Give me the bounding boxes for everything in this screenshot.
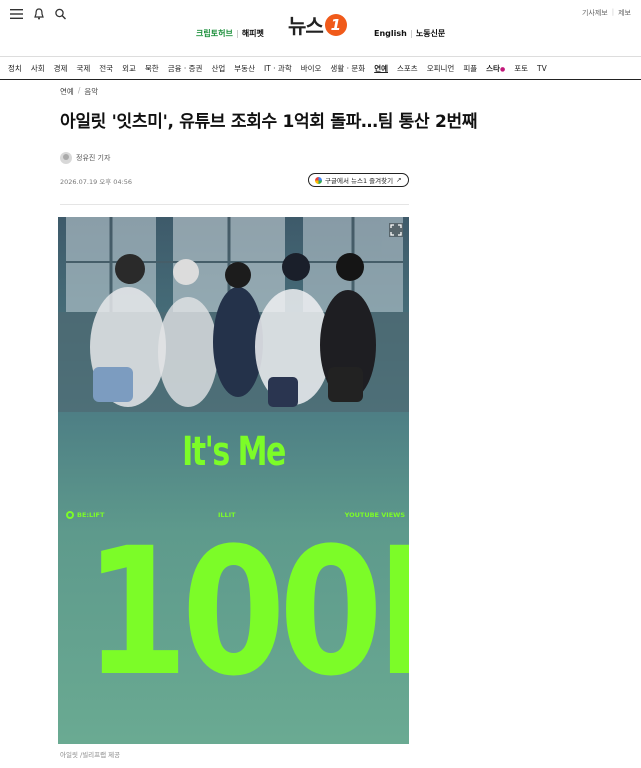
divider <box>60 204 409 205</box>
publish-date: 2026.07.19 오후 04:56 <box>60 178 133 186</box>
poster-big-number: 100M <box>84 510 409 715</box>
breadcrumb-separator: / <box>77 86 81 95</box>
logo-badge: 1 <box>324 13 347 36</box>
google-icon <box>315 176 322 184</box>
nav-item-bio[interactable]: 바이오 <box>301 63 322 74</box>
header-left-links: 크립토허브 해피펫 <box>196 28 264 39</box>
google-favorite-button[interactable]: 구글에서 뉴스1 즐겨찾기 ↗ <box>308 173 409 187</box>
nav-item-star[interactable]: 스타● <box>486 63 505 74</box>
google-button-label: 구글에서 뉴스1 즐겨찾기 <box>325 177 394 185</box>
nav-item-industry[interactable]: 산업 <box>211 63 225 74</box>
nav-star-label: 스타 <box>486 63 500 73</box>
reporter-avatar <box>60 152 72 164</box>
separator <box>236 29 238 38</box>
nav-item-entertainment[interactable]: 연예 <box>374 63 388 74</box>
nav-item-diplomacy[interactable]: 외교 <box>122 63 136 74</box>
reporter-byline[interactable]: 정유진 기자 <box>60 152 110 164</box>
nav-item-sports[interactable]: 스포츠 <box>397 63 418 74</box>
expand-icon[interactable] <box>389 223 403 237</box>
separator <box>410 29 412 38</box>
crypto-hub-link[interactable]: 크립토허브 <box>196 28 233 39</box>
nav-item-photo[interactable]: 포토 <box>514 63 528 74</box>
nav-item-finance[interactable]: 금융 · 증권 <box>168 63 203 74</box>
nav-item-tv[interactable]: TV <box>537 64 547 73</box>
report-link[interactable]: 기사제보 <box>582 8 608 18</box>
header-right-links: English 노동신문 <box>374 28 445 39</box>
happy-pet-link[interactable]: 해피펫 <box>242 28 264 39</box>
english-link[interactable]: English <box>374 29 407 38</box>
nav-item-opinion[interactable]: 오피니언 <box>427 63 455 74</box>
search-icon[interactable] <box>54 8 68 20</box>
nav-item-people[interactable]: 피플 <box>463 63 477 74</box>
nav-item-it-science[interactable]: IT · 과학 <box>264 63 292 74</box>
nav-item-life-culture[interactable]: 생활 · 문화 <box>330 63 365 74</box>
rodong-link[interactable]: 노동신문 <box>416 28 445 39</box>
external-link-icon: ↗ <box>396 176 402 184</box>
top-bar: 기사제보 | 제보 크립토허브 해피펫 뉴스 1 English 노동신문 <box>0 0 641 52</box>
top-right-links: 기사제보 | 제보 <box>582 8 631 18</box>
belift-logo-icon <box>66 511 74 519</box>
site-logo[interactable]: 뉴스 1 <box>288 10 347 39</box>
reporter-name: 정유진 기자 <box>76 154 111 162</box>
nav-item-society[interactable]: 사회 <box>31 63 45 74</box>
breadcrumb-subsection[interactable]: 음악 <box>84 86 98 97</box>
bell-icon[interactable] <box>32 8 46 20</box>
logo-text: 뉴스 <box>288 14 324 38</box>
category-nav: 정치 사회 경제 국제 전국 외교 북한 금융 · 증권 산업 부동산 IT ·… <box>0 56 641 80</box>
breadcrumb: 연예 / 음악 <box>60 86 410 97</box>
nav-item-national[interactable]: 전국 <box>99 63 113 74</box>
star-dot-icon: ● <box>499 65 506 73</box>
nav-item-real-estate[interactable]: 부동산 <box>234 63 255 74</box>
breadcrumb-section[interactable]: 연예 <box>60 86 74 97</box>
article-photo[interactable]: It's Me BE:LIFT ILLIT YOUTUBE VIEWS 100M <box>58 217 409 744</box>
separator: | <box>611 8 615 16</box>
nav-item-north-korea[interactable]: 북한 <box>145 63 159 74</box>
top-icons <box>10 8 68 20</box>
nav-item-economy[interactable]: 경제 <box>54 63 68 74</box>
menu-icon[interactable] <box>10 8 24 20</box>
article-title: 아일릿 '잇츠미', 유튜브 조회수 1억회 돌파…팀 통산 2번째 <box>60 112 478 132</box>
nav-item-politics[interactable]: 정치 <box>8 63 22 74</box>
article-header: 연예 / 음악 아일릿 '잇츠미', 유튜브 조회수 1억회 돌파…팀 통산 2… <box>60 86 478 132</box>
photo-caption: 아일릿 /빌리프랩 제공 <box>60 751 121 759</box>
poster-headline: It's Me <box>182 429 286 475</box>
nav-item-world[interactable]: 국제 <box>76 63 90 74</box>
tip-link[interactable]: 제보 <box>618 8 631 18</box>
